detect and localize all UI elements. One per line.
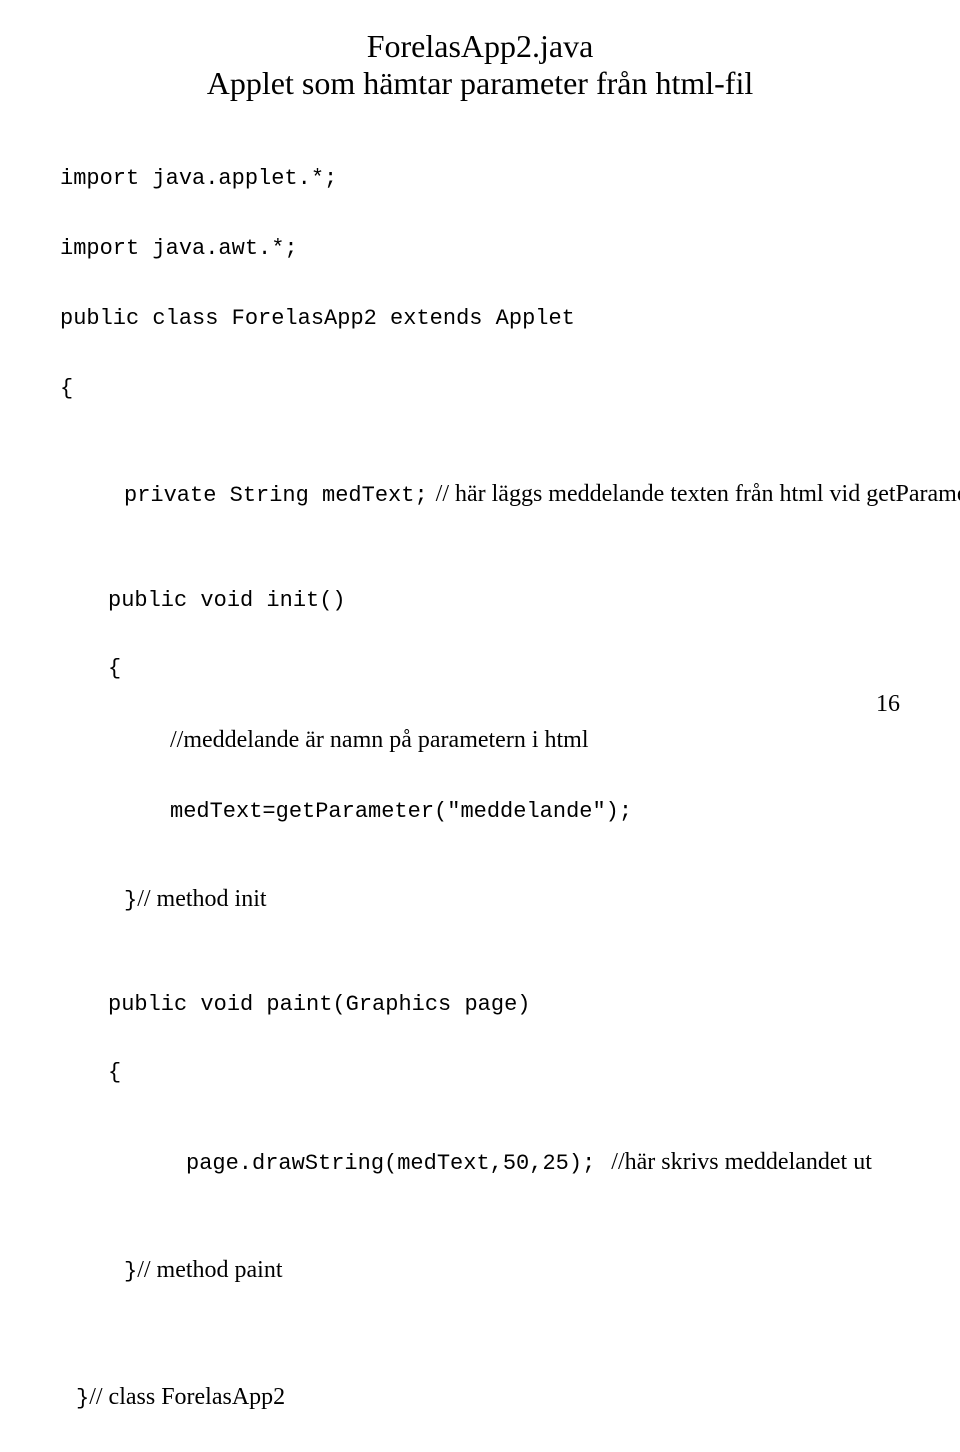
code-paint-decl: public void paint(Graphics page) <box>60 988 900 1022</box>
code-paint-brace-close: } <box>124 1259 137 1284</box>
code-init-close-line: }// method init <box>60 863 900 936</box>
code-field-comment: // här läggs meddelande texten från html… <box>436 481 960 507</box>
code-import-2: import java.awt.*; <box>60 232 900 266</box>
code-paint-brace-open: { <box>60 1056 900 1090</box>
code-init-body: medText=getParameter("meddelande"); <box>60 795 900 829</box>
code-class-decl: public class ForelasApp2 extends Applet <box>60 302 900 336</box>
code-init-brace-open: { <box>60 652 900 686</box>
code-paint-body: page.drawString(medText,50,25); <box>186 1151 595 1176</box>
code-class-close-comment: // class ForelasApp2 <box>89 1384 285 1410</box>
code-paint-body-line: page.drawString(medText,50,25); //här sk… <box>60 1126 900 1199</box>
code-class-close-line: }// class ForelasApp2 <box>60 1361 900 1434</box>
code-field-line: private String medText; // här läggs med… <box>60 458 900 531</box>
document-title: ForelasApp2.java <box>60 28 900 65</box>
code-brace-open: { <box>60 372 900 406</box>
code-paint-close-comment: // method paint <box>137 1257 282 1283</box>
code-class-brace-close: } <box>76 1386 89 1411</box>
code-import-1: import java.applet.*; <box>60 162 900 196</box>
code-init-close-comment: // method init <box>137 886 266 912</box>
code-init-brace-close: } <box>124 888 137 913</box>
code-field-decl: private String medText; <box>124 483 428 508</box>
code-init-decl: public void init() <box>60 584 900 618</box>
code-paint-close-line: }// method paint <box>60 1234 900 1307</box>
code-block: import java.applet.*; import java.awt.*;… <box>60 126 900 1452</box>
document-subtitle: Applet som hämtar parameter från html-fi… <box>60 65 900 102</box>
page-number: 16 <box>876 691 900 718</box>
code-init-comment: //meddelande är namn på parametern i htm… <box>60 722 900 759</box>
code-paint-comment: //här skrivs meddelandet ut <box>611 1149 872 1175</box>
document-header: ForelasApp2.java Applet som hämtar param… <box>60 28 900 102</box>
